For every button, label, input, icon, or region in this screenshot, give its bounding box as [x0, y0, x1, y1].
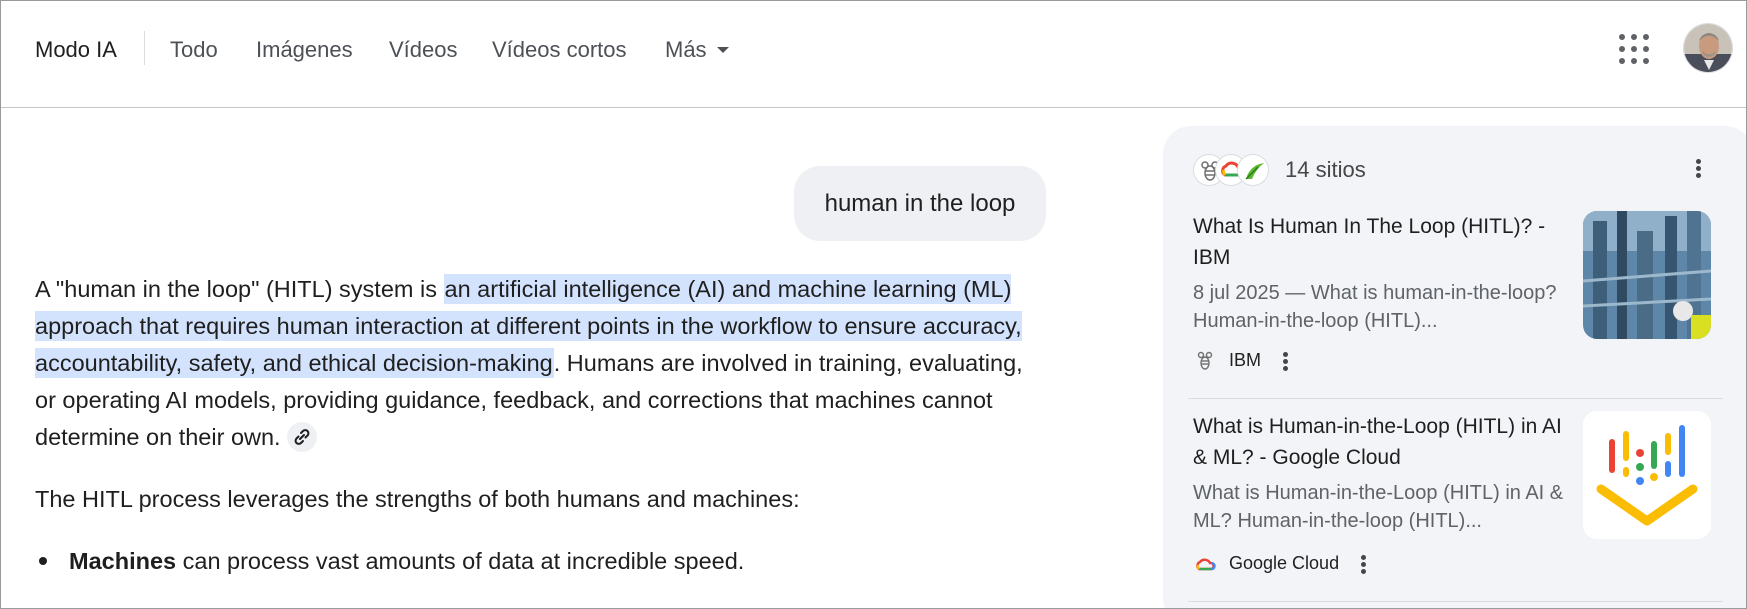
divider: [1188, 398, 1723, 399]
top-navigation: Modo IA Todo Imágenes Vídeos Vídeos cort…: [1, 1, 1746, 108]
caret-down-icon: [716, 46, 729, 53]
source-snippet: 8 jul 2025 — What is human-in-the-loop? …: [1193, 282, 1557, 332]
source-name: IBM: [1229, 350, 1262, 370]
bullet-dot: [39, 556, 47, 565]
divider: [1188, 601, 1723, 602]
hitl-logo-graphic: [1583, 411, 1711, 539]
source-favicons: [1193, 154, 1277, 186]
source-card-google-cloud[interactable]: What is Human-in-the-Loop (HITL) in AI &…: [1193, 411, 1718, 586]
more-options-icon[interactable]: [1688, 154, 1708, 184]
source-thumbnail[interactable]: [1583, 211, 1711, 339]
tab-short-videos[interactable]: Vídeos cortos: [492, 35, 627, 65]
tab-more-label: Más: [665, 37, 707, 62]
avatar-photo: [1684, 24, 1732, 72]
tab-divider: [144, 31, 145, 65]
bullet-text: can process vast amounts of data at incr…: [176, 548, 745, 574]
link-icon[interactable]: [286, 421, 317, 452]
avatar[interactable]: [1683, 23, 1733, 73]
list-item: Machines can process vast amounts of dat…: [35, 543, 744, 580]
page: Modo IA Todo Imágenes Vídeos Vídeos cort…: [0, 0, 1747, 609]
tab-all[interactable]: Todo: [170, 35, 218, 65]
source-menu-icon[interactable]: [1353, 549, 1373, 579]
source-card-ibm[interactable]: What Is Human In The Loop (HITL)? - IBM …: [1193, 211, 1718, 372]
ibm-bee-icon: [1193, 349, 1217, 373]
source-title[interactable]: What Is Human In The Loop (HITL)? - IBM: [1193, 211, 1573, 273]
sources-panel: 14 sitios What Is Human In The Loop (HIT…: [1163, 126, 1746, 608]
tab-ai-mode[interactable]: Modo IA: [35, 35, 117, 65]
source-name: Google Cloud: [1229, 553, 1340, 573]
leaf-logo-icon: [1237, 154, 1269, 186]
tab-images[interactable]: Imágenes: [256, 35, 353, 65]
industrial-photo: [1583, 211, 1711, 339]
apps-grid-icon[interactable]: [1618, 33, 1650, 65]
source-site[interactable]: Google Cloud: [1193, 548, 1373, 578]
answer-paragraph-2: The HITL process leverages the strengths…: [35, 486, 800, 512]
tab-videos[interactable]: Vídeos: [389, 35, 458, 65]
source-title[interactable]: What is Human-in-the-Loop (HITL) in AI &…: [1193, 411, 1573, 473]
source-site[interactable]: IBM: [1193, 345, 1295, 375]
sites-count: 14 sitios: [1285, 157, 1366, 182]
google-cloud-icon: [1193, 552, 1217, 576]
source-thumbnail[interactable]: [1583, 411, 1711, 539]
tab-more[interactable]: Más: [665, 35, 729, 65]
ai-answer-paragraph: A "human in the loop" (HITL) system is a…: [35, 271, 1025, 456]
source-menu-icon[interactable]: [1275, 346, 1295, 376]
user-query-bubble: human in the loop: [794, 166, 1046, 241]
bullet-bold: Machines: [69, 548, 177, 574]
answer-lead: A "human in the loop" (HITL) system is: [35, 276, 444, 302]
source-snippet: What is Human-in-the-Loop (HITL) in AI &…: [1193, 482, 1564, 532]
